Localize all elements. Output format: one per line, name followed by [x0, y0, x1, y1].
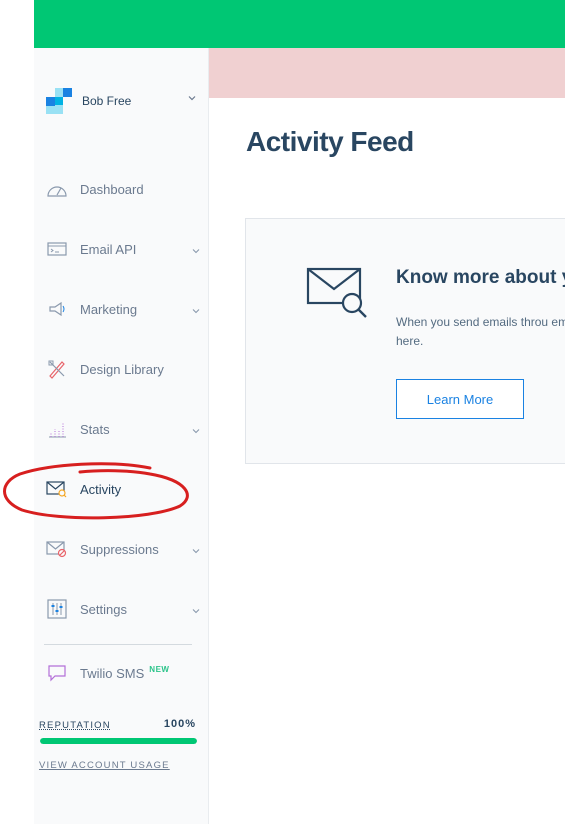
- top-bar: [34, 0, 565, 48]
- suppressions-mail-blocked-icon: [46, 538, 68, 560]
- sendgrid-logo-icon: [46, 88, 72, 114]
- sidebar-item-label: Twilio SMS: [80, 665, 145, 681]
- dashboard-gauge-icon: [46, 178, 68, 200]
- sidebar-item-stats[interactable]: Stats: [46, 416, 200, 442]
- stats-chart-icon: [46, 418, 68, 440]
- sidebar-item-suppressions[interactable]: Suppressions: [46, 536, 200, 562]
- mail-search-icon: [306, 267, 370, 328]
- account-switcher[interactable]: Bob Free: [46, 88, 196, 114]
- sidebar-item-label: Suppressions: [80, 541, 159, 557]
- chat-bubble-icon: [46, 662, 68, 684]
- card-text: When you send emails throu emails here.: [396, 315, 565, 348]
- chevron-down-icon[interactable]: [192, 242, 200, 254]
- sidebar-item-settings[interactable]: Settings: [46, 596, 200, 622]
- card-heading: Know more about y: [396, 267, 565, 288]
- sidebar-item-label: Stats: [80, 421, 110, 437]
- page-title: Activity Feed: [246, 126, 414, 157]
- sidebar-item-marketing[interactable]: Marketing: [46, 296, 200, 322]
- reputation-bar-fill: [40, 738, 197, 744]
- account-name: Bob Free: [82, 94, 132, 108]
- sidebar-item-twilio-sms[interactable]: Twilio SMS NEW: [46, 660, 200, 686]
- chevron-down-icon[interactable]: [192, 602, 200, 614]
- design-pencil-icon: [46, 358, 68, 380]
- email-api-icon: [46, 238, 68, 260]
- chevron-down-icon[interactable]: [192, 422, 200, 434]
- view-account-usage-link[interactable]: VIEW ACCOUNT USAGE: [39, 760, 170, 771]
- megaphone-icon: [46, 298, 68, 320]
- sidebar-item-design-library[interactable]: Design Library: [46, 356, 200, 382]
- chevron-down-icon[interactable]: [188, 94, 196, 105]
- chevron-down-icon[interactable]: [192, 302, 200, 314]
- chevron-down-icon[interactable]: [192, 542, 200, 554]
- learn-more-button[interactable]: Learn More: [396, 379, 524, 419]
- sidebar: Bob Free Dashboard Email API Marketing D…: [34, 48, 209, 824]
- alert-banner: [209, 48, 565, 98]
- sidebar-item-dashboard[interactable]: Dashboard: [46, 176, 200, 202]
- sidebar-item-label: Settings: [80, 601, 127, 617]
- empty-state-card: Know more about y When you send emails t…: [245, 218, 565, 464]
- sidebar-divider: [44, 644, 192, 645]
- settings-sliders-icon: [46, 598, 68, 620]
- reputation-label: REPUTATION: [39, 720, 111, 731]
- reputation-value: 100%: [163, 718, 196, 730]
- sidebar-item-label: Marketing: [80, 301, 138, 317]
- sidebar-item-label: Dashboard: [80, 181, 144, 197]
- reputation-bar: [40, 738, 197, 744]
- sidebar-item-label: Email API: [80, 241, 137, 257]
- sidebar-item-label: Design Library: [80, 361, 164, 377]
- new-badge: NEW: [149, 664, 170, 674]
- red-circle-annotation: [3, 462, 189, 520]
- sidebar-item-email-api[interactable]: Email API: [46, 236, 200, 262]
